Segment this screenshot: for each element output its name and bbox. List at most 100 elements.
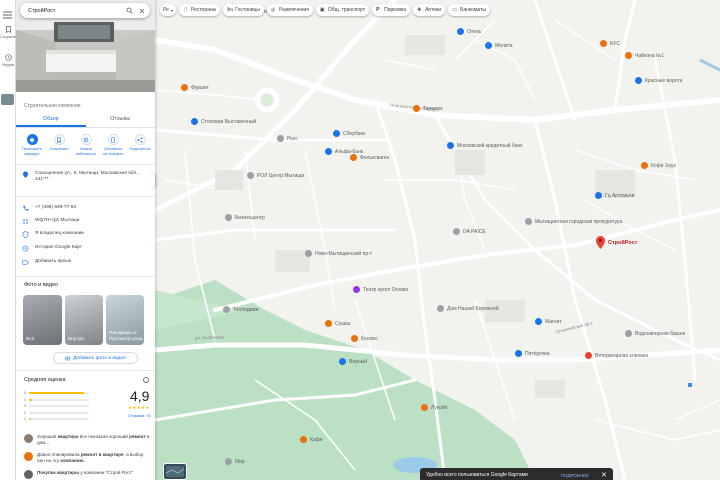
review-count-link[interactable]: Отзывов: 76	[128, 413, 151, 418]
label-row[interactable]: Добавить ярлык	[22, 259, 71, 266]
poi[interactable]: Мир	[225, 458, 245, 465]
phone-row[interactable]: +7 (495) 649-77-64	[22, 205, 76, 212]
info-icon[interactable]: i	[143, 377, 149, 383]
poi[interactable]: Ветеринарная клиника	[585, 352, 648, 359]
rating-bar-track	[28, 411, 89, 414]
poi[interactable]: Сушка	[325, 320, 350, 327]
review-snippet[interactable]: Хорошая квартира все показали хороший ре…	[24, 434, 152, 446]
collapse-panel-button[interactable]	[150, 174, 155, 188]
avatar	[24, 434, 33, 443]
review-snippet[interactable]: Давно планировала ремонт в квартире, а в…	[24, 452, 152, 464]
poi-pin-icon	[191, 118, 198, 125]
map-type-chip[interactable]: Ре ▾	[160, 4, 176, 16]
poi[interactable]: Московский кредитный банк	[447, 142, 522, 149]
poi[interactable]: Сбербанк	[333, 130, 365, 137]
send-to-phone-button[interactable]: Отправить на телефон	[101, 134, 125, 156]
poi[interactable]: Кофе Хауз	[641, 162, 676, 169]
rail-recent[interactable]: Недав	[0, 54, 16, 67]
hotel-icon: 🛏	[227, 7, 234, 13]
poi[interactable]: Дом Нашей Бережной	[437, 305, 499, 312]
chip-parking[interactable]: P Парковка	[372, 4, 411, 16]
chip-pharmacy[interactable]: ✚ Аптеки	[413, 4, 446, 16]
map-canvas[interactable]: Новомытищинский пр-т ул. Колпакова Олимп…	[155, 0, 720, 480]
rail-saved[interactable]: Сохранен	[0, 26, 18, 39]
chip-atm[interactable]: ▭ Банкоматы	[448, 4, 490, 16]
nearby-button[interactable]: Искать поблизости	[74, 134, 98, 156]
poi-pin-icon	[325, 148, 332, 155]
directions-button[interactable]: Проложить маршрут	[20, 134, 44, 156]
layers-button[interactable]	[163, 463, 187, 480]
poi[interactable]: Гц Артемьев	[595, 192, 634, 199]
poi[interactable]: Пятёрочка	[515, 350, 550, 357]
poi[interactable]: Лукойл	[421, 404, 448, 411]
photo-thumb-street-view[interactable]: Панорамы и Просмотр улиц	[106, 295, 144, 345]
address-row[interactable]: Спасщенная ул., 6, Мытищи, Московская об…	[22, 171, 142, 183]
app-root: Новомытищинский пр-т ул. Колпакова Олимп…	[0, 0, 720, 480]
poi[interactable]: Театр кукол Огниво	[353, 286, 408, 293]
consent-more-link[interactable]: ПОДРОБНЕЕ	[561, 473, 589, 478]
poi[interactable]: Теремок	[413, 105, 443, 112]
history-row[interactable]: История Google Карт	[22, 245, 82, 252]
rating-bar-label: 3	[24, 404, 26, 408]
add-photo-button[interactable]: Добавить фото и видео	[53, 352, 138, 364]
add-photo-icon	[65, 356, 70, 360]
poi-pin-icon	[535, 318, 542, 325]
chip-transit[interactable]: ▣ Общ. транспорт	[315, 4, 370, 16]
poi[interactable]: Водонапорная башня	[625, 330, 685, 337]
rating-bar-label: 1	[24, 417, 26, 421]
rating-bar-label: 2	[24, 410, 26, 415]
poi[interactable]: Бизнесцентр	[225, 214, 265, 221]
plus-code-row[interactable]: WQ7H+QX Мытищи	[22, 218, 79, 225]
poi-pin-icon	[635, 77, 642, 84]
street-label: ул. Колпакова	[194, 334, 225, 341]
place-actions: Проложить маршрут Сохранить Искать побли…	[20, 134, 152, 156]
pegman-icon[interactable]	[688, 383, 692, 387]
search-box	[20, 3, 150, 18]
consent-banner: Удобно всего пользоваться Google Картами…	[420, 468, 613, 480]
recent-thumbnail[interactable]	[1, 94, 14, 105]
chip-restaurants[interactable]: 🍴 Рестораны	[178, 4, 221, 16]
review-snippet[interactable]: Покупка квартиры у компании "Строй Рост"	[24, 470, 152, 479]
poi[interactable]: Росс	[277, 135, 298, 142]
search-input[interactable]	[28, 7, 122, 14]
menu-icon[interactable]	[2, 6, 13, 19]
poi[interactable]: Альфа-банк	[325, 148, 363, 155]
poi[interactable]: Столовая Выставочный	[191, 118, 256, 125]
poi-pin-icon	[525, 218, 532, 225]
poi[interactable]: Отель	[457, 28, 481, 35]
chip-hotels[interactable]: 🛏 Гостиницы	[223, 4, 264, 16]
share-button[interactable]: Поделиться	[128, 134, 152, 156]
poi[interactable]: Мелита	[485, 42, 513, 49]
poi[interactable]: Чайхона №1	[625, 52, 664, 59]
poi[interactable]: Фольксваген	[350, 154, 389, 161]
owner-row[interactable]: Я владелец компании	[22, 231, 84, 238]
poi[interactable]: Кафе	[300, 436, 323, 443]
poi[interactable]: Космос	[351, 335, 378, 342]
poi[interactable]: KFC	[600, 40, 620, 47]
close-icon[interactable]: ✕	[601, 471, 607, 479]
photo-thumb-all[interactable]: Все	[23, 295, 62, 345]
rating-bar-row: 5	[24, 391, 89, 395]
poi[interactable]: Теплодвиж	[223, 306, 259, 313]
poi[interactable]: Фуршет	[181, 84, 209, 91]
poi-pin-icon	[600, 40, 607, 47]
photo-thumb-inside[interactable]: Внутри	[65, 295, 103, 345]
category-chips: Ре ▾ 🍴 Рестораны 🛏 Гостиницы ◎ Развлечения ▣…	[160, 4, 490, 16]
tab-reviews[interactable]: Отзывы	[86, 113, 156, 127]
poi[interactable]: Верный	[339, 358, 367, 365]
close-icon[interactable]	[137, 6, 146, 15]
poi[interactable]: Мытищинская городская прокуратура	[525, 218, 622, 225]
save-button[interactable]: Сохранить	[47, 134, 71, 156]
tab-overview[interactable]: Обзор	[16, 113, 86, 127]
poi[interactable]: DA PAICE	[453, 228, 486, 235]
poi[interactable]: Магнит	[535, 318, 562, 325]
poi[interactable]: Красные ворота	[635, 77, 682, 84]
poi-pin-icon	[641, 162, 648, 169]
search-icon[interactable]	[125, 6, 134, 15]
chip-entertainment[interactable]: ◎ Развлечения	[267, 4, 313, 16]
poi[interactable]: Ново-Мытищинский пр-т	[305, 250, 372, 257]
place-marker[interactable]: СтройРост	[596, 236, 637, 249]
poi-pin-icon	[485, 42, 492, 49]
poi[interactable]: РОЛ Центр Мытищи	[247, 172, 304, 179]
atm-icon: ▭	[452, 7, 457, 13]
